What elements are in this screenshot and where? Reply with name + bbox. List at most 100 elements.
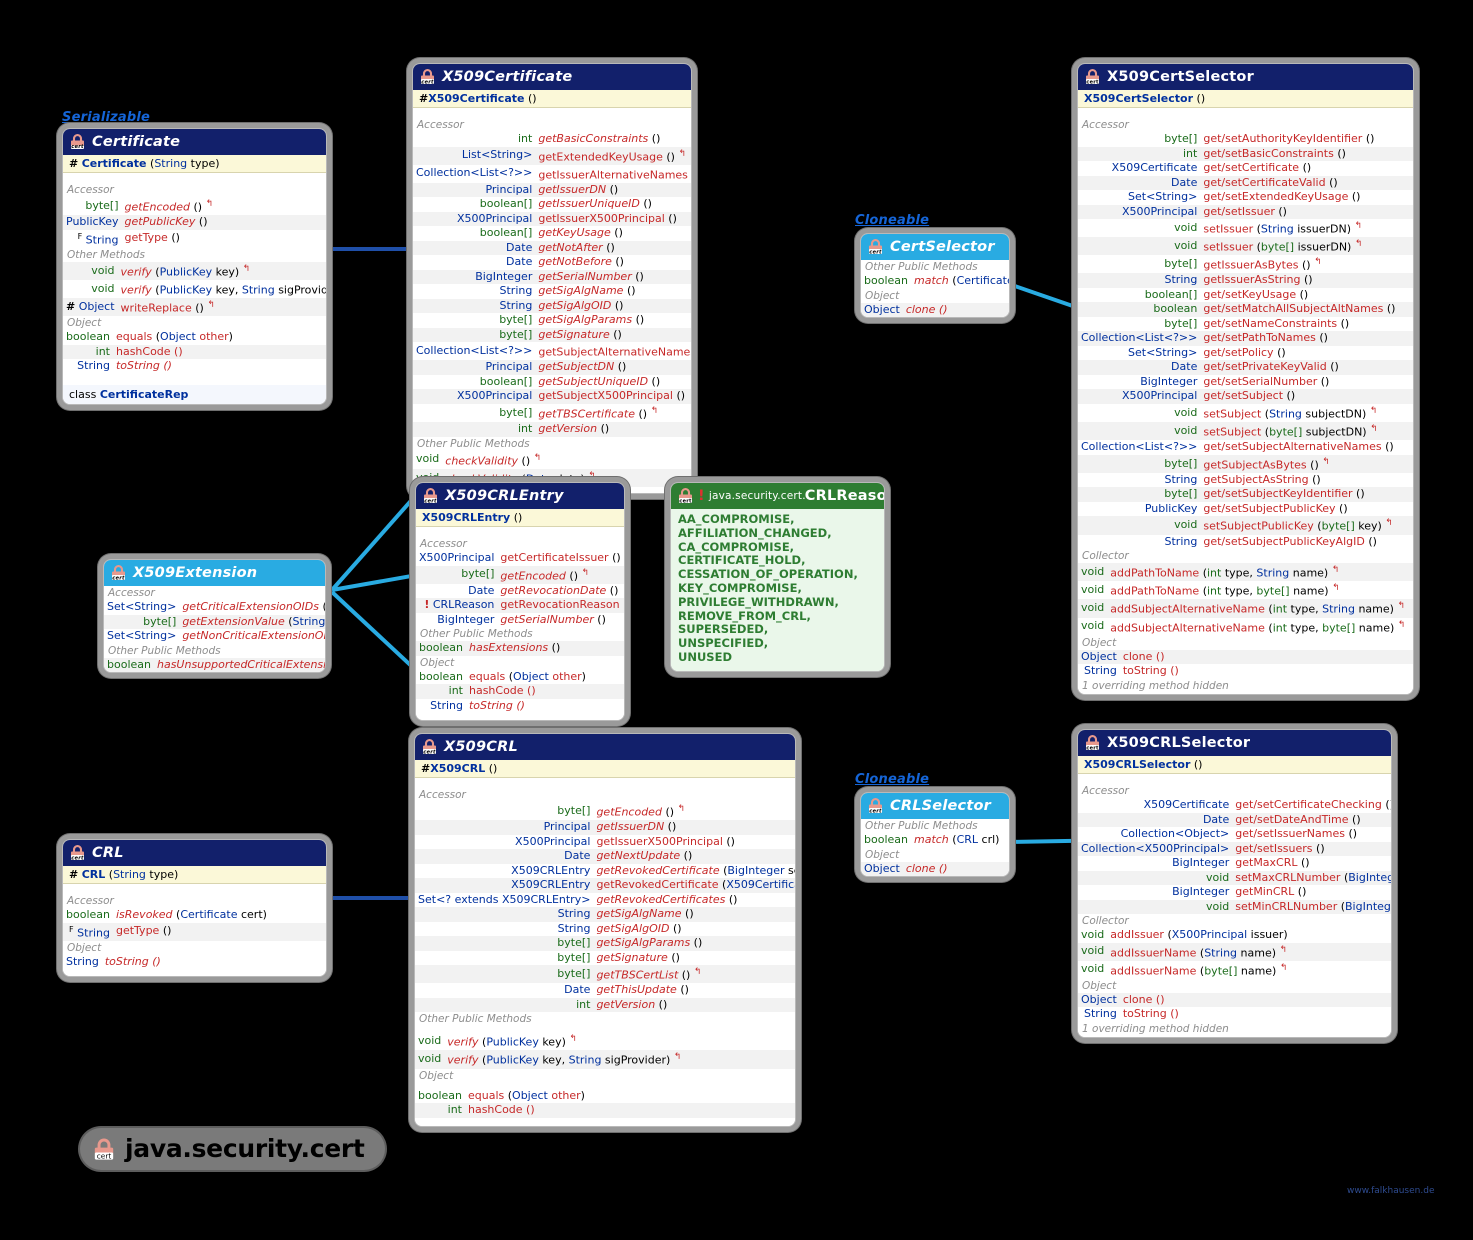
member-row: byte[] getSigAlgParams () bbox=[499, 313, 645, 327]
class-box-crlselector[interactable]: cert CRLSelector Other Public Methods bo… bbox=[860, 792, 1010, 877]
member-table-x509crlselector-object: Object clone () String toString () bbox=[1078, 992, 1391, 1022]
member-row: void addIssuerName (byte[] name) ↰ bbox=[1081, 962, 1288, 978]
section-label-accessor: Accessor bbox=[415, 788, 795, 802]
member-row: BigInteger getMinCRL () bbox=[1172, 885, 1307, 898]
section-label-other-public-methods: Other Public Methods bbox=[104, 643, 325, 658]
svg-text:cert: cert bbox=[423, 749, 436, 755]
class-box-x509certselector[interactable]: cert X509CertSelector X509CertSelector (… bbox=[1077, 63, 1414, 695]
member-row: void setSubject (byte[] subjectDN) ↰ bbox=[1078, 422, 1413, 441]
class-box-certificate[interactable]: cert Certificate # Certificate (String t… bbox=[62, 128, 327, 405]
member-row: boolean get/setMatchAllSubjectAltNames () bbox=[1078, 302, 1413, 317]
member-table-crl-object: String toString () bbox=[63, 955, 326, 970]
member-row: voidsetMaxCRLNumber (BigInteger maxCRL) bbox=[1078, 870, 1391, 885]
section-label-other-public-methods: Other Public Methods bbox=[415, 1012, 795, 1027]
member-row: Principal getIssuerDN () bbox=[415, 820, 795, 835]
member-table-certselector-object: Object clone () bbox=[861, 302, 1009, 317]
member-row: booleanhasUnsupportedCriticalExtension (… bbox=[104, 657, 325, 672]
class-title-certificate: Certificate bbox=[92, 133, 181, 150]
member-table-x509crl-other: void verify (PublicKey key) ↰ void verify … bbox=[415, 1032, 795, 1069]
section-label-accessor: Accessor bbox=[63, 183, 326, 197]
section-label-other-public-methods: Other Public Methods bbox=[416, 627, 624, 642]
class-title-x509crlentry: X509CRLEntry bbox=[445, 487, 564, 504]
cert-lock-icon: cert bbox=[421, 738, 438, 755]
member-row: byte[] getIssuerAsBytes () ↰ bbox=[1164, 257, 1322, 272]
class-title-crlreason: CRLReason bbox=[804, 487, 884, 504]
connector-crl-to-x509crl bbox=[324, 896, 408, 900]
member-row: BigInteger get/setSerialNumber () bbox=[1140, 374, 1330, 388]
class-header-crlreason: cert ! java.security.cert.CRLReason bbox=[671, 483, 884, 509]
member-row: void addPathToName (int type, String name… bbox=[1078, 563, 1413, 582]
member-row: byte[] getEncoded () ↰ bbox=[416, 565, 624, 584]
class-title-x509extension: X509Extension bbox=[133, 564, 258, 581]
supertype-label-cloneable-cert: Cloneable bbox=[855, 213, 930, 228]
section-label-object: Object bbox=[1078, 635, 1413, 650]
section-label-object: Object bbox=[861, 847, 1009, 862]
member-row: Set<String>getNonCriticalExtensionOIDs (… bbox=[107, 629, 326, 642]
class-box-x509crlselector[interactable]: cert X509CRLSelector X509CRLSelector () … bbox=[1077, 729, 1392, 1038]
cert-lock-icon: cert bbox=[1084, 734, 1101, 751]
class-box-x509crlentry[interactable]: cert X509CRLEntry X509CRLEntry () Access… bbox=[415, 482, 625, 722]
section-label-other-public-methods: Other Public Methods bbox=[861, 819, 1009, 833]
member-row: Set<String>getCriticalExtensionOIDs () bbox=[107, 600, 325, 613]
member-row: Date get/setDateAndTime () bbox=[1078, 812, 1391, 827]
member-row: BigInteger getSerialNumber () bbox=[437, 612, 606, 626]
member-row: String toString () bbox=[66, 954, 161, 968]
member-row: Collection<List<?>> getSubjectAlternative… bbox=[416, 344, 692, 359]
inner-class-certificaterep[interactable]: class CertificateRep bbox=[63, 383, 326, 404]
member-row: X509Certificate get/setCertificateCheckin… bbox=[1143, 798, 1391, 811]
member-row: List<String> getExtendedKeyUsage () ↰ bbox=[413, 146, 691, 165]
section-label-accessor: Accessor bbox=[1078, 118, 1413, 132]
class-title-x509crl: X509CRL bbox=[444, 738, 518, 755]
member-row: Collection<List<?>> getIssuerAlternativeN… bbox=[416, 166, 692, 182]
member-row: F String getType () bbox=[63, 922, 326, 941]
member-row: void addSubjectAlternativeName (int type,… bbox=[1078, 599, 1413, 618]
class-box-crlreason[interactable]: cert ! java.security.cert.CRLReason AA_C… bbox=[670, 482, 885, 672]
member-row: byte[] getSignature () bbox=[557, 950, 680, 964]
member-table-x509crlentry-accessor: X500Principal getCertificateIssuer () byt… bbox=[416, 551, 624, 627]
member-table-certificate-object: boolean equals (Object other) int hashCode… bbox=[63, 330, 326, 374]
package-title-pill: cert java.security.cert bbox=[80, 1128, 385, 1170]
constructor-certificate: # Certificate (String type) bbox=[63, 155, 326, 173]
cert-lock-icon: cert bbox=[69, 133, 86, 150]
member-table-crlselector-object: Object clone () bbox=[861, 861, 1009, 876]
class-box-x509certificate[interactable]: cert X509Certificate #X509Certificate ()… bbox=[412, 63, 692, 494]
svg-text:cert: cert bbox=[869, 808, 882, 814]
class-title-crl: CRL bbox=[92, 844, 124, 861]
class-header-crl: cert CRL bbox=[63, 840, 326, 866]
enum-constant: SUPERSEDED, bbox=[678, 622, 769, 637]
svg-text:cert: cert bbox=[679, 498, 692, 504]
enum-constant: AFFILIATION_CHANGED, bbox=[678, 525, 832, 540]
class-box-crl[interactable]: cert CRL # CRL (String type) Accessor bo… bbox=[62, 839, 327, 978]
member-row: F String getType () bbox=[77, 231, 180, 247]
class-box-certselector[interactable]: cert CertSelector Other Public Methods b… bbox=[860, 233, 1010, 318]
class-box-x509crl[interactable]: cert X509CRL #X509CRL () Accessor byte[]… bbox=[414, 733, 796, 1127]
connector-certificate-to-x509certificate bbox=[324, 247, 408, 251]
member-row: String toString () bbox=[430, 698, 525, 712]
class-title-x509certselector: X509CertSelector bbox=[1107, 68, 1254, 85]
member-table-crlselector-other: boolean match (CRL crl) bbox=[861, 833, 1009, 848]
member-table-x509crl-accessor: byte[] getEncoded () ↰ Principal getIssuer… bbox=[415, 802, 795, 1013]
member-row: void checkValidity () ↰ bbox=[416, 452, 542, 468]
member-row: String toString () bbox=[1084, 1007, 1179, 1021]
member-row: int getVersion () bbox=[413, 422, 691, 437]
footnote-x509certselector: 1 overriding method hidden bbox=[1078, 678, 1413, 694]
member-row: boolean equals (Object other) bbox=[418, 1088, 585, 1102]
section-label-other-methods: Other Methods bbox=[63, 247, 326, 262]
package-title: java.security.cert bbox=[125, 1134, 365, 1163]
constructor-x509certificate: #X509Certificate () bbox=[413, 90, 691, 108]
member-row: String getSigAlgName () bbox=[499, 284, 636, 298]
enum-constant: REMOVE_FROM_CRL, bbox=[678, 608, 811, 623]
member-row: byte[] getSignature () bbox=[413, 327, 691, 343]
member-row: void verify (PublicKey key, String sigPro… bbox=[91, 281, 327, 297]
member-row: Date getNextUpdate () bbox=[415, 849, 795, 864]
member-row: void setIssuer (String issuerDN) ↰ bbox=[1174, 220, 1363, 236]
member-row: byte[] getEncoded () ↰ bbox=[557, 803, 686, 819]
class-title-x509crlselector: X509CRLSelector bbox=[1107, 734, 1251, 751]
member-row: Object clone () bbox=[1078, 992, 1391, 1008]
member-row: byte[] getSubjectAsBytes () ↰ bbox=[1078, 454, 1413, 473]
class-box-x509extension[interactable]: cert X509Extension Accessor Set<String> g… bbox=[103, 559, 326, 673]
member-row: byte[] get/setSubjectKeyIdentifier () bbox=[1078, 487, 1413, 502]
member-row: booleanmatch (Certificate cert) bbox=[864, 274, 1010, 287]
section-label-object: Object bbox=[415, 1068, 795, 1083]
supertype-label-serializable: Serializable bbox=[62, 110, 151, 125]
